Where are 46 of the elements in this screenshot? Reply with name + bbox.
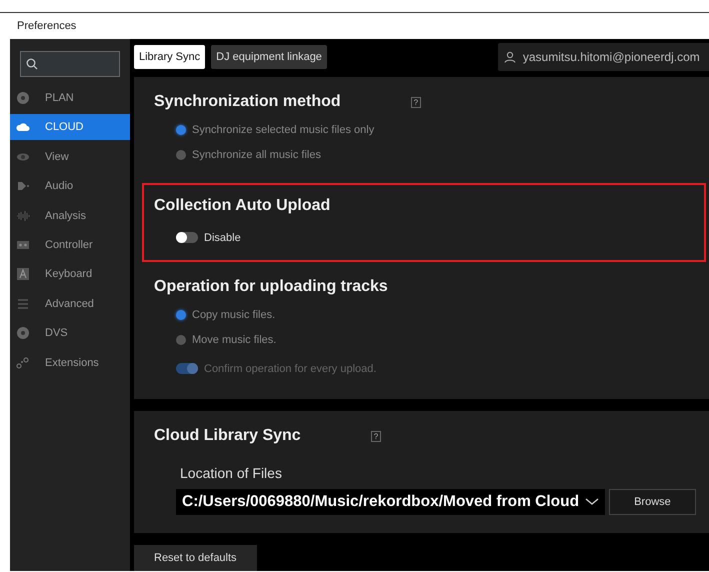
sidebar-item[interactable]: View [10, 144, 130, 170]
section-title: Operation for uploading tracks [154, 278, 388, 296]
sidebar-item[interactable]: Advanced [10, 290, 130, 317]
tab[interactable]: Library Sync [134, 44, 206, 68]
path-dropdown[interactable]: C:/Users/0069880/Music/rekordbox/Moved from Cloud [176, 489, 606, 515]
toggle-label: Disable [204, 232, 241, 244]
waveform-icon [16, 208, 30, 223]
sidebar-item[interactable]: DVS [10, 320, 130, 346]
sidebar-item[interactable]: CLOUD [10, 114, 130, 140]
toggle-label: Confirm operation for every upload. [204, 362, 376, 374]
option-label: Synchronize all music files [192, 148, 321, 160]
sidebar-item[interactable]: Audio [10, 173, 130, 200]
chevron-down-icon [585, 498, 600, 506]
radio-button[interactable] [176, 124, 186, 134]
section-title: Synchronization method [154, 93, 341, 111]
search-icon [26, 58, 38, 70]
radio-button[interactable] [176, 334, 186, 344]
radio-button[interactable] [176, 310, 186, 320]
help-button[interactable]: ? [370, 430, 382, 442]
section-title: Collection Auto Upload [154, 197, 330, 215]
window-title: Preferences [17, 20, 76, 32]
toggle-switch[interactable] [176, 232, 198, 243]
sidebar-item[interactable]: PLAN [10, 85, 130, 111]
browse-button[interactable]: Browse [609, 489, 696, 515]
disc-icon [16, 91, 30, 105]
person-icon [504, 50, 516, 62]
radio-button[interactable] [176, 150, 186, 160]
tab[interactable]: DJ equipment linkage [211, 44, 327, 68]
option-label: Move music files. [192, 334, 276, 346]
option-label: Copy music files. [192, 308, 276, 320]
field-label: Location of Files [180, 465, 283, 481]
sidebar-item[interactable]: Controller [10, 232, 130, 258]
option-label: Synchronize selected music files only [192, 124, 374, 136]
help-button[interactable]: ? [410, 96, 422, 108]
sidebar-item[interactable]: Keyboard [10, 261, 130, 288]
section-title: Cloud Library Sync [154, 427, 301, 445]
sidebar-item[interactable]: Extensions [10, 350, 130, 376]
reset-button[interactable]: Reset to defaults [134, 545, 257, 571]
nodes-icon [16, 356, 30, 370]
search-field[interactable] [20, 51, 120, 77]
account-email: yasumitsu.hitomi@pioneerdj.com [522, 50, 700, 64]
sidebar-item[interactable]: Analysis [10, 202, 130, 229]
key-icon [16, 267, 30, 282]
account-selector[interactable]: yasumitsu.hitomi@pioneerdj.com [498, 42, 709, 70]
record-icon [16, 326, 30, 340]
lines-icon [16, 296, 30, 311]
